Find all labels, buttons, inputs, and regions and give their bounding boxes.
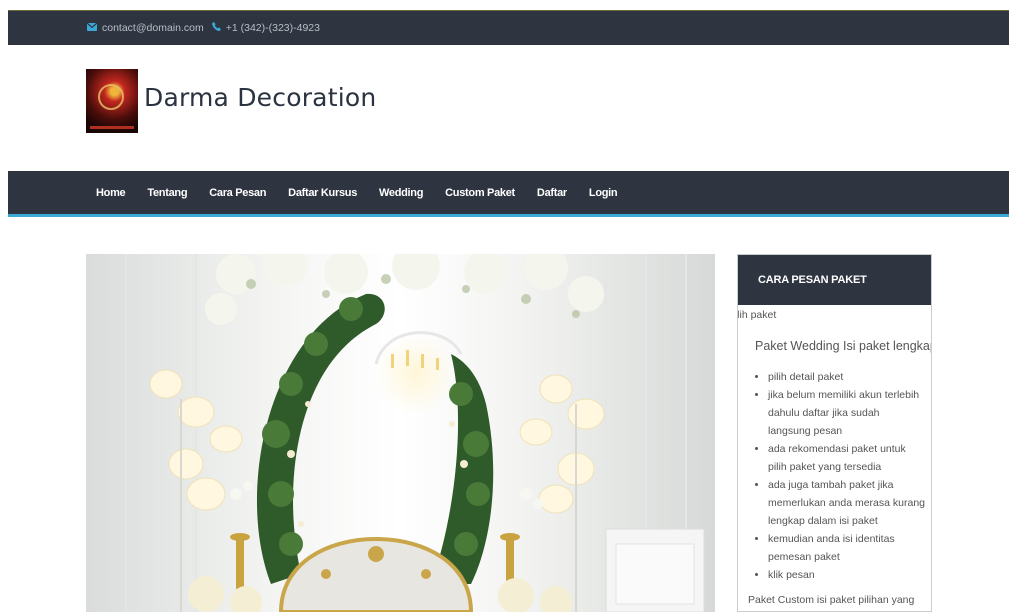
nav-menu: Home Tentang Cara Pesan Daftar Kursus We… <box>96 171 639 214</box>
list-item: kemudian anda isi identitas pemesan pake… <box>768 530 931 566</box>
nav-daftar[interactable]: Daftar <box>537 187 567 199</box>
nav-custom-paket[interactable]: Custom Paket <box>445 187 515 199</box>
hero-image <box>86 254 715 612</box>
sidebar-custom-note: Paket Custom isi paket pilihan yang <box>748 594 915 606</box>
list-item: pilih detail paket <box>768 368 931 386</box>
contact-email[interactable]: contact@domain.com <box>102 22 204 34</box>
sidebar-intro: pilih paket <box>737 309 777 321</box>
list-item: ada juga tambah paket jika memerlukan an… <box>768 476 931 530</box>
contact-info: contact@domain.com +1 (342)-(323)-4923 <box>86 22 320 34</box>
brand-logo[interactable] <box>86 69 138 133</box>
brand-title[interactable]: Darma Decoration <box>144 83 376 112</box>
envelope-icon <box>86 22 98 34</box>
nav-tentang[interactable]: Tentang <box>147 187 187 199</box>
sidebar-title: CARA PESAN PAKET <box>738 255 931 305</box>
sidebar-subtitle: Paket Wedding Isi paket lengkap <box>755 339 932 353</box>
wedding-decoration-photo <box>86 254 715 612</box>
nav-cara-pesan[interactable]: Cara Pesan <box>209 187 266 199</box>
site-header: Darma Decoration <box>8 45 1009 171</box>
nav-wedding[interactable]: Wedding <box>379 187 423 199</box>
order-guide-sidebar: CARA PESAN PAKET pilih paket Paket Weddi… <box>737 254 932 612</box>
order-steps-list: pilih detail paket jika belum memiliki a… <box>738 368 931 584</box>
top-bar: contact@domain.com +1 (342)-(323)-4923 <box>8 10 1009 45</box>
phone-icon <box>211 22 221 34</box>
nav-daftar-kursus[interactable]: Daftar Kursus <box>288 187 357 199</box>
contact-phone[interactable]: +1 (342)-(323)-4923 <box>226 22 320 34</box>
list-item: klik pesan <box>768 566 931 584</box>
list-item: jika belum memiliki akun terlebih dahulu… <box>768 386 931 440</box>
nav-home[interactable]: Home <box>96 187 126 199</box>
list-item: ada rekomendasi paket untuk pilih paket … <box>768 440 931 476</box>
nav-login[interactable]: Login <box>589 187 618 199</box>
main-navigation: Home Tentang Cara Pesan Daftar Kursus We… <box>8 171 1009 217</box>
